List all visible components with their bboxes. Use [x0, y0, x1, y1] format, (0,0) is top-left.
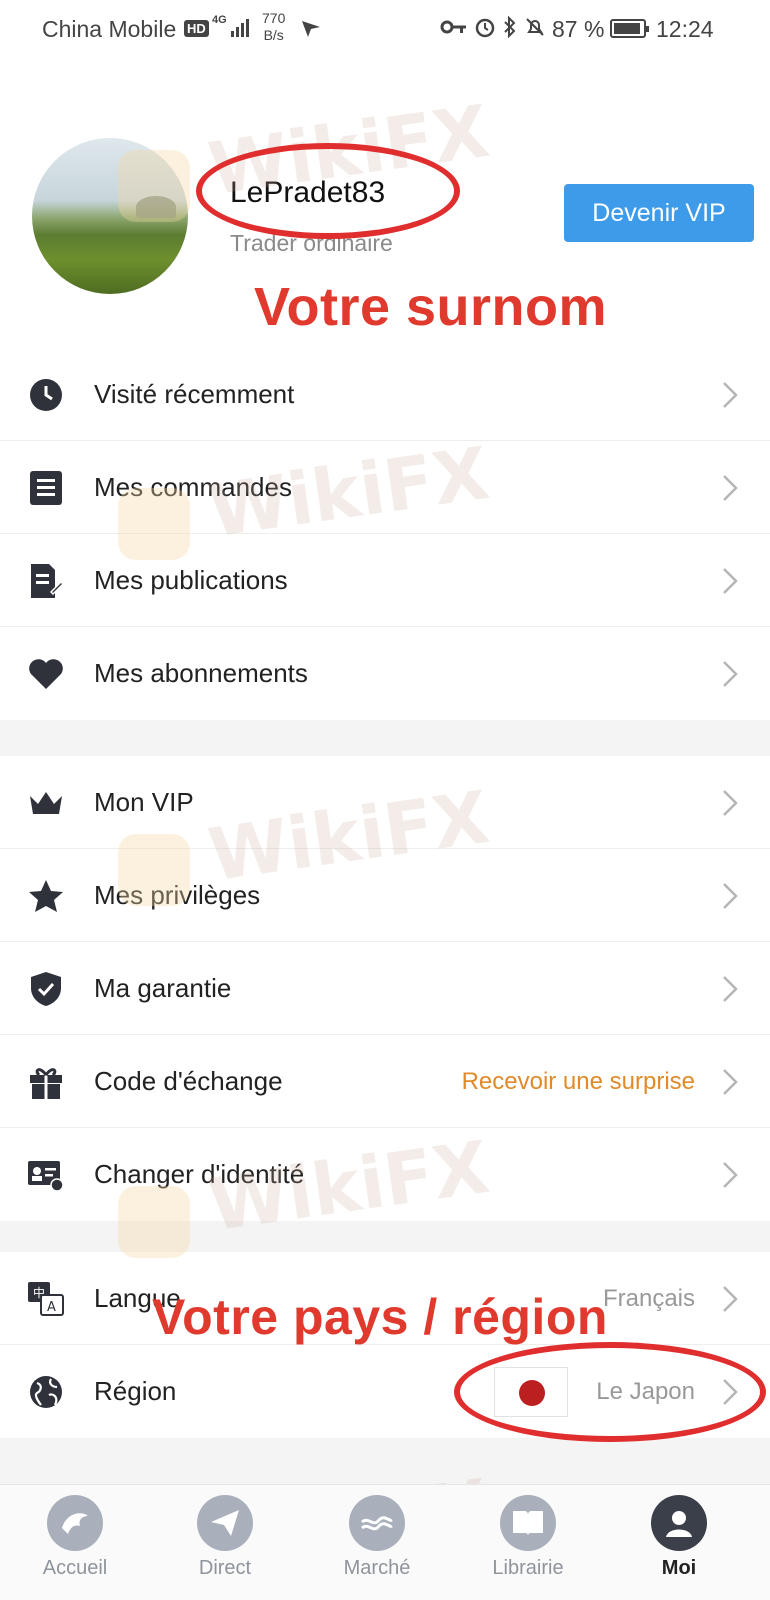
menu-item-label: Visité récemment — [94, 379, 295, 409]
nav-tab-label: Accueil — [42, 1557, 108, 1579]
globe-icon — [28, 1374, 64, 1410]
signal-icon — [231, 19, 249, 37]
crown-icon — [28, 785, 64, 821]
menu-item-mes-publications[interactable]: Mes publications — [0, 534, 770, 627]
mute-icon — [526, 18, 544, 36]
edit-document-icon — [28, 563, 64, 599]
battery-percent: 87 % — [552, 16, 605, 42]
speed-value: 770 — [262, 10, 286, 26]
watermark-logo — [118, 834, 190, 906]
menu-item-ma-garantie[interactable]: Ma garantie — [0, 942, 770, 1035]
menu-item-label: Région — [94, 1376, 177, 1406]
shield-check-icon — [28, 971, 64, 1007]
country-annotation: Votre pays / région — [152, 1289, 608, 1345]
chevron-right-icon — [723, 1068, 738, 1095]
battery-icon — [610, 19, 649, 38]
nav-tab-librairie[interactable]: Librairie — [473, 1495, 583, 1580]
region-highlight-oval — [454, 1342, 766, 1442]
nav-tab-label: Moi — [661, 1557, 697, 1579]
location-arrow-icon — [302, 21, 320, 37]
nav-tab-moi[interactable]: Moi — [624, 1495, 734, 1580]
menu-section-personal: Visité récemment Mes commandes Mes publica… — [0, 348, 770, 720]
menu-item-mes-privileges[interactable]: Mes privilèges — [0, 849, 770, 942]
eagle-icon — [47, 1495, 103, 1551]
chevron-right-icon — [723, 1285, 738, 1312]
chevron-right-icon — [723, 1161, 738, 1188]
clock: 12:24 — [656, 16, 714, 42]
key-icon — [440, 20, 466, 34]
nav-tab-direct[interactable]: Direct — [170, 1495, 280, 1580]
watermark-logo — [118, 150, 190, 222]
nickname-annotation: Votre surnom — [254, 277, 608, 337]
bluetooth-icon — [504, 16, 516, 38]
menu-item-value: Français — [602, 1284, 695, 1312]
alarm-icon — [475, 18, 495, 38]
bottom-navigation: Accueil Direct Marché Librairie Moi — [0, 1484, 770, 1600]
nav-tab-marche[interactable]: Marché — [322, 1495, 432, 1580]
nav-tab-label: Direct — [198, 1557, 252, 1579]
nickname-highlight-oval — [196, 143, 460, 239]
svg-text:A: A — [47, 1300, 56, 1315]
translate-icon: 中A — [28, 1281, 64, 1317]
carrier-name: China Mobile — [42, 16, 177, 42]
menu-item-code-d-echange[interactable]: Code d'échange Recevoir une surprise — [0, 1035, 770, 1128]
watermark-logo — [118, 1186, 190, 1258]
menu-item-label: Mes publications — [94, 565, 288, 595]
chevron-right-icon — [723, 567, 738, 594]
clock-icon — [28, 377, 64, 413]
menu-section-vip: Mon VIP Mes privilèges Ma garantie Code d'é… — [0, 756, 770, 1221]
menu-item-label: Mon VIP — [94, 787, 194, 817]
market-icon — [349, 1495, 405, 1551]
id-card-icon — [28, 1157, 64, 1193]
menu-item-value: Recevoir une surprise — [461, 1067, 695, 1095]
chevron-right-icon — [723, 381, 738, 408]
status-icons — [440, 16, 546, 38]
paper-plane-icon — [197, 1495, 253, 1551]
menu-item-visite-recemment[interactable]: Visité récemment — [0, 348, 770, 441]
menu-item-label: Ma garantie — [94, 973, 232, 1003]
book-icon — [500, 1495, 556, 1551]
network-speed: 770 B/s — [262, 10, 285, 44]
menu-item-label: Changer d'identité — [94, 1159, 305, 1189]
gift-icon — [28, 1064, 64, 1100]
chevron-right-icon — [723, 882, 738, 909]
nav-tab-label: Marché — [343, 1557, 411, 1579]
nav-tab-label: Librairie — [492, 1557, 564, 1579]
become-vip-button[interactable]: Devenir VIP — [564, 184, 754, 242]
menu-item-mon-vip[interactable]: Mon VIP — [0, 756, 770, 849]
chevron-right-icon — [723, 660, 738, 687]
heart-icon — [28, 656, 64, 692]
speed-unit: B/s — [263, 27, 284, 43]
nav-tab-accueil[interactable]: Accueil — [20, 1495, 130, 1580]
hd-badge: HD — [184, 20, 209, 37]
network-type: 4G — [212, 14, 227, 26]
list-icon — [28, 470, 64, 506]
chevron-right-icon — [723, 975, 738, 1002]
status-bar: China Mobile HD 4G 770 B/s 87 % 12:24 — [0, 0, 770, 58]
chevron-right-icon — [723, 789, 738, 816]
menu-item-changer-d-identite[interactable]: Changer d'identité — [0, 1128, 770, 1221]
menu-item-mes-commandes[interactable]: Mes commandes — [0, 441, 770, 534]
menu-item-label: Code d'échange — [94, 1066, 283, 1096]
user-icon — [651, 1495, 707, 1551]
watermark-logo — [118, 488, 190, 560]
chevron-right-icon — [723, 474, 738, 501]
star-icon — [28, 878, 64, 914]
menu-item-mes-abonnements[interactable]: Mes abonnements — [0, 627, 770, 720]
menu-item-label: Mes abonnements — [94, 658, 308, 688]
